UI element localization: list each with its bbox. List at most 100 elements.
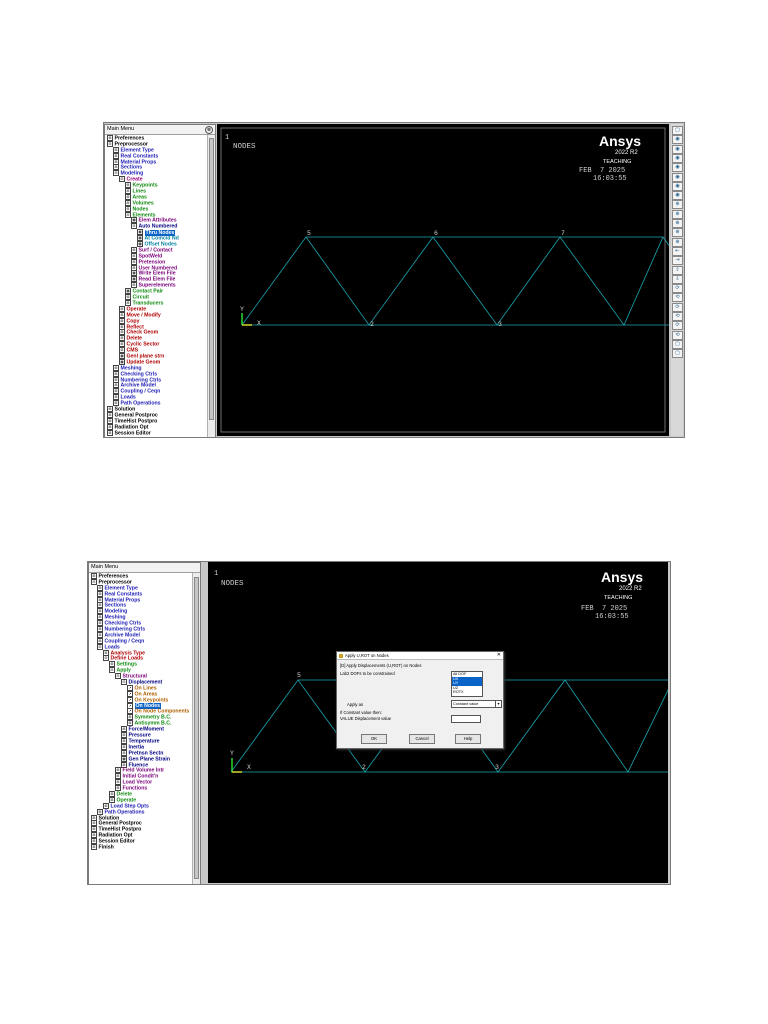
version-label: 2022 R2: [615, 150, 638, 156]
pan-right-icon[interactable]: ⇥: [672, 256, 683, 266]
date-label: FEB 7 2025: [581, 605, 627, 613]
date-label: FEB 7 2025: [579, 167, 625, 175]
node-label-2: 2: [362, 764, 366, 771]
dialog-title: Apply U,ROT on Nodes: [345, 653, 389, 658]
view-label: NODES: [221, 580, 244, 588]
time-label: 16:03:55: [595, 613, 629, 621]
menu-scrollbar[interactable]: [207, 135, 215, 437]
apply-urot-dialog: Apply U,ROT on Nodes ✕ [D] Apply Displac…: [336, 651, 504, 749]
window-number: 1: [214, 570, 218, 578]
collapse-icon[interactable]: ⊗: [205, 126, 213, 134]
value-label: VALUE Displacement value: [340, 716, 392, 721]
menu-item-session-editor[interactable]: ⊞ Session Editor: [105, 429, 207, 436]
version-label: 2022 R2: [619, 586, 642, 592]
function-icon[interactable]: ▦: [119, 358, 125, 365]
main-menu-panel-2: Main Menu ⊞ Preferences ⊟ Preprocessor ⊞ Elem…: [88, 562, 201, 885]
pan-icon[interactable]: ▢: [672, 126, 683, 135]
constant-hint: If Constant value then:: [340, 710, 382, 715]
license-label: TEACHING: [603, 159, 631, 165]
cancel-button[interactable]: Cancel: [409, 734, 435, 744]
pan-left-icon[interactable]: ⇤: [672, 246, 683, 256]
menu-item-label: Finish: [98, 844, 114, 851]
dof-option[interactable]: ROTX: [452, 690, 482, 695]
top-view-icon[interactable]: ◉: [672, 153, 683, 163]
close-icon[interactable]: ✕: [497, 652, 501, 659]
rotate-z-icon[interactable]: ⟳: [672, 321, 683, 331]
fit-icon[interactable]: ▢: [672, 339, 683, 349]
time-label: 16:03:55: [593, 175, 627, 183]
view-toolbar: ▢ ◉ ◉ ◉ ◉ ◉ ◉ ◉ ⊕ ⊕ ⊕ ⊕ ⊕ ⇤ ⇥ ⇧ ⇩ ⟳ ⟲ ⟳ ⟲ ⟳ ⟲ ▢ ▢: [671, 124, 683, 436]
truss-diagonals: [241, 236, 664, 326]
axis-x-label: X: [257, 320, 261, 327]
menu-item-label: Session Editor: [114, 429, 151, 436]
axis-x-label: X: [247, 764, 251, 771]
axis-y-label: Y: [240, 306, 244, 313]
rotate-x-neg-icon[interactable]: ⟲: [672, 293, 683, 303]
main-menu-tree: ⊞ Preferences ⊟ Preprocessor ⊞ Element Type ⊞ R…: [89, 573, 192, 884]
expand-icon[interactable]: ⊞: [109, 796, 115, 803]
expand-icon[interactable]: ⊞: [97, 808, 103, 815]
zoom-icon[interactable]: ⊕: [672, 200, 683, 210]
node-label-2: 2: [370, 321, 374, 328]
zoom-in-icon[interactable]: ⊕: [672, 228, 683, 238]
main-menu-title: Main Menu: [89, 563, 200, 573]
expand-icon[interactable]: ⊞: [91, 843, 97, 850]
scrollbar-thumb[interactable]: [194, 577, 199, 879]
graphics-window-1[interactable]: 1 NODES Ansys 2022 R2 TEACHING FEB 7 202…: [217, 124, 669, 436]
expand-icon[interactable]: ⊞: [107, 429, 113, 436]
pan-down-icon[interactable]: ⇩: [672, 274, 683, 284]
expand-icon[interactable]: ⊞: [103, 802, 109, 809]
view-label: NODES: [233, 143, 256, 151]
chevron-down-icon[interactable]: ▼: [495, 701, 501, 707]
ansys-logo: Ansys: [599, 133, 641, 149]
dynamic-mode-icon[interactable]: ▢: [672, 349, 683, 359]
apply-as-label: Apply as: [347, 702, 364, 707]
zoom-back-icon[interactable]: ⊕: [672, 219, 683, 228]
window-number: 1: [225, 134, 229, 142]
node-label-5: 5: [297, 672, 301, 679]
node-label-3: 3: [498, 321, 502, 328]
main-menu-title: Main Menu ⊗: [105, 125, 215, 135]
truss-end-diagonal: [662, 236, 669, 247]
ok-button[interactable]: OK: [361, 734, 387, 744]
iso-view-icon[interactable]: ◉: [672, 135, 683, 145]
axis-y-label: Y: [230, 750, 234, 757]
rotate-y-icon[interactable]: ⟳: [672, 302, 683, 312]
ansys-window-2: Main Menu ⊞ Preferences ⊟ Preprocessor ⊞ Elem…: [87, 561, 671, 885]
main-menu-title-text: Main Menu: [107, 126, 135, 132]
help-button[interactable]: Help: [455, 734, 481, 744]
node-label-7: 7: [561, 230, 565, 237]
displacement-value-input[interactable]: [451, 715, 481, 723]
dialog-titlebar[interactable]: Apply U,ROT on Nodes ✕: [337, 652, 503, 660]
ansys-app-icon: [339, 653, 343, 658]
zoom-out-icon[interactable]: ⊕: [672, 237, 683, 247]
node-label-6: 6: [434, 230, 438, 237]
rotate-z-neg-icon[interactable]: ⟲: [672, 330, 683, 340]
scrollbar-thumb[interactable]: [209, 138, 214, 420]
zoom-box-icon[interactable]: ⊕: [672, 209, 683, 219]
node-label-5: 5: [307, 230, 311, 237]
apply-as-select[interactable]: Constant value ▼: [451, 700, 502, 708]
graphics-window-2[interactable]: 1 NODES Ansys 2022 R2 TEACHING FEB 7 202…: [208, 562, 668, 883]
front-view-icon[interactable]: ◉: [672, 144, 683, 154]
ansys-logo: Ansys: [601, 569, 643, 585]
main-menu-tree: ⊞ Preferences ⊟ Preprocessor ⊞ Element Type ⊞ R…: [105, 135, 207, 437]
license-label: TEACHING: [604, 595, 632, 601]
menu-scrollbar[interactable]: [192, 573, 200, 884]
back-view-icon[interactable]: ◉: [672, 163, 683, 173]
main-menu-panel-1: Main Menu ⊗ ⊞ Preferences ⊟ Preprocessor ⊞ El…: [104, 124, 216, 438]
main-menu-title-text: Main Menu: [91, 564, 119, 570]
truss-model: [241, 236, 669, 326]
dialog-heading: [D] Apply Displacements (U,ROT) on Nodes: [340, 663, 422, 668]
pan-up-icon[interactable]: ⇧: [672, 265, 683, 275]
bottom-view-icon[interactable]: ◉: [672, 191, 683, 201]
rotate-x-icon[interactable]: ⟳: [672, 284, 683, 294]
graphics-canvas: 1 NODES Ansys 2022 R2 TEACHING FEB 7 202…: [220, 127, 669, 433]
right-view-icon[interactable]: ◉: [672, 172, 683, 182]
rotate-y-neg-icon[interactable]: ⟲: [672, 312, 683, 321]
left-view-icon[interactable]: ◉: [672, 181, 683, 191]
lab2-label: Lab2 DOFs to be constrained: [340, 671, 395, 676]
apply-as-value: Constant value: [453, 702, 479, 706]
menu-item-finish[interactable]: ⊞ Finish: [89, 843, 192, 851]
dof-listbox[interactable]: All DOF UX UY UZ ROTX: [451, 671, 483, 697]
